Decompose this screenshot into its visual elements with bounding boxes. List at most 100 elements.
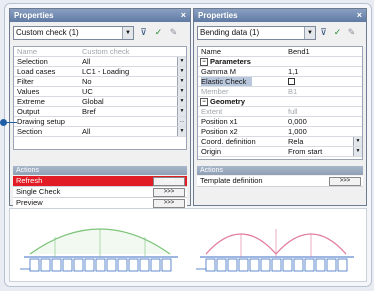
property-value[interactable]: Rela bbox=[288, 137, 303, 146]
property-row[interactable]: Extreme Global ▼ bbox=[14, 97, 186, 107]
property-value[interactable]: LC1 - Loading bbox=[82, 67, 129, 76]
action-row[interactable]: Refresh >>> bbox=[13, 176, 187, 187]
property-group[interactable]: − Geometry bbox=[198, 97, 362, 107]
collapse-icon[interactable]: − bbox=[200, 58, 208, 66]
action-button[interactable]: >>> bbox=[153, 188, 185, 197]
property-row[interactable]: Name Bend1 bbox=[198, 47, 362, 57]
property-value[interactable]: B1 bbox=[288, 87, 297, 96]
selection-combo[interactable]: Custom check (1) ▼ bbox=[13, 26, 134, 40]
property-key: Filter bbox=[17, 77, 34, 86]
property-value[interactable]: 0,000 bbox=[288, 117, 307, 126]
property-value[interactable]: 1,000 bbox=[288, 127, 307, 136]
property-key: Position x2 bbox=[201, 127, 238, 136]
property-key: Extent bbox=[201, 107, 223, 116]
property-key: Position x1 bbox=[201, 117, 238, 126]
property-row[interactable]: Position x2 1,000 bbox=[198, 127, 362, 137]
actions-header: Actions bbox=[13, 166, 187, 175]
property-row[interactable]: Extent full bbox=[198, 107, 362, 117]
action-button[interactable]: >>> bbox=[329, 177, 361, 186]
diagram-canvas bbox=[20, 228, 354, 272]
chevron-down-icon[interactable]: ▼ bbox=[177, 77, 186, 86]
property-row[interactable]: Values UC ▼ bbox=[14, 87, 186, 97]
app-window: Properties × Custom check (1) ▼ ⊽ ✓ ✎ Na… bbox=[4, 3, 372, 287]
property-value[interactable]: All bbox=[82, 127, 90, 136]
action-label: Refresh bbox=[16, 176, 43, 185]
action-row[interactable]: Template definition >>> bbox=[197, 176, 363, 187]
chevron-down-icon[interactable]: ▼ bbox=[353, 147, 362, 156]
property-row[interactable]: Gamma M 1,1 bbox=[198, 67, 362, 77]
property-row[interactable]: Filter No ▼ bbox=[14, 77, 186, 87]
right-diagram bbox=[196, 229, 354, 272]
chevron-down-icon[interactable]: ▼ bbox=[177, 57, 186, 66]
chevron-down-icon[interactable]: ▼ bbox=[177, 87, 186, 96]
property-value[interactable]: Bref bbox=[82, 107, 96, 116]
actions-header: Actions bbox=[197, 166, 363, 175]
close-icon[interactable]: × bbox=[357, 9, 362, 22]
action-button[interactable]: >>> bbox=[153, 177, 185, 186]
chevron-down-icon[interactable]: ▼ bbox=[177, 107, 186, 116]
chevron-down-icon[interactable]: ▼ bbox=[353, 137, 362, 146]
edit-icon[interactable]: ✎ bbox=[346, 27, 357, 38]
property-row[interactable]: Selection All ▼ bbox=[14, 57, 186, 67]
property-grid: Name Bend1− Parameters Gamma M 1,1 Elastic Ch… bbox=[197, 46, 363, 160]
property-row[interactable]: Name Custom check bbox=[14, 47, 186, 57]
action-row[interactable]: Single Check >>> bbox=[13, 187, 187, 198]
filter-check-icon[interactable]: ✓ bbox=[332, 27, 343, 38]
property-key: Elastic Check bbox=[201, 77, 253, 86]
chevron-down-icon[interactable]: ▼ bbox=[177, 127, 186, 136]
checkbox[interactable] bbox=[288, 78, 295, 85]
ellipsis-button[interactable]: ... bbox=[177, 117, 186, 126]
selection-combo-value: Bending data (1) bbox=[200, 28, 260, 37]
filter-check-icon[interactable]: ✓ bbox=[153, 27, 164, 38]
chevron-down-icon[interactable]: ▼ bbox=[177, 67, 186, 76]
edit-icon[interactable]: ✎ bbox=[168, 27, 179, 38]
chevron-down-icon[interactable]: ▼ bbox=[304, 27, 315, 39]
property-value[interactable]: Bend1 bbox=[288, 47, 310, 56]
collapse-icon[interactable]: − bbox=[200, 98, 208, 106]
action-label: Preview bbox=[16, 198, 43, 207]
properties-panel-custom-check: Properties × Custom check (1) ▼ ⊽ ✓ ✎ Na… bbox=[9, 8, 191, 209]
property-key: Extreme bbox=[17, 97, 45, 106]
panel-toolbar: Bending data (1) ▼ ⊽ ✓ ✎ bbox=[194, 26, 366, 42]
property-value[interactable]: UC bbox=[82, 87, 93, 96]
panel-titlebar: Properties × bbox=[194, 9, 366, 22]
action-label: Template definition bbox=[200, 176, 263, 185]
property-key: Load cases bbox=[17, 67, 56, 76]
chevron-down-icon[interactable]: ▼ bbox=[122, 27, 133, 39]
property-value[interactable]: All bbox=[82, 57, 90, 66]
panel-title: Properties bbox=[14, 11, 54, 20]
property-row[interactable]: Position x1 0,000 bbox=[198, 117, 362, 127]
panel-titlebar: Properties × bbox=[10, 9, 190, 22]
property-key: Name bbox=[201, 47, 222, 56]
property-value[interactable]: No bbox=[82, 77, 92, 86]
property-group[interactable]: − Parameters bbox=[198, 57, 362, 67]
action-button[interactable]: >>> bbox=[153, 199, 185, 208]
property-key: Geometry bbox=[210, 97, 246, 106]
property-key: Values bbox=[17, 87, 40, 96]
selection-combo[interactable]: Bending data (1) ▼ bbox=[197, 26, 316, 40]
property-value[interactable]: From start bbox=[288, 147, 322, 156]
property-key: Gamma M bbox=[201, 67, 237, 76]
properties-panel-bending-data: Properties × Bending data (1) ▼ ⊽ ✓ ✎ Na… bbox=[193, 8, 367, 206]
property-row[interactable]: Coord. definition Rela ▼ bbox=[198, 137, 362, 147]
selection-combo-value: Custom check (1) bbox=[16, 28, 79, 37]
property-value[interactable]: Custom check bbox=[82, 47, 130, 56]
filter-icon[interactable]: ⊽ bbox=[318, 27, 329, 38]
panel-toolbar: Custom check (1) ▼ ⊽ ✓ ✎ bbox=[10, 26, 190, 42]
property-value[interactable]: 1,1 bbox=[288, 67, 298, 76]
property-key: Coord. definition bbox=[201, 137, 256, 146]
property-row[interactable]: Member B1 bbox=[198, 87, 362, 97]
property-row[interactable]: Section All ▼ bbox=[14, 127, 186, 137]
property-row[interactable]: Output Bref ▼ bbox=[14, 107, 186, 117]
property-key: Drawing setup bbox=[17, 117, 65, 126]
property-row[interactable]: Origin From start ▼ bbox=[198, 147, 362, 157]
filter-icon[interactable]: ⊽ bbox=[138, 27, 149, 38]
property-value[interactable]: full bbox=[288, 107, 298, 116]
property-key: Section bbox=[17, 127, 43, 136]
chevron-down-icon[interactable]: ▼ bbox=[177, 97, 186, 106]
property-row[interactable]: Drawing setup... bbox=[14, 117, 186, 127]
property-row[interactable]: Elastic Check bbox=[198, 77, 362, 87]
property-value[interactable]: Global bbox=[82, 97, 104, 106]
property-row[interactable]: Load cases LC1 - Loading ▼ bbox=[14, 67, 186, 77]
close-icon[interactable]: × bbox=[181, 9, 186, 22]
